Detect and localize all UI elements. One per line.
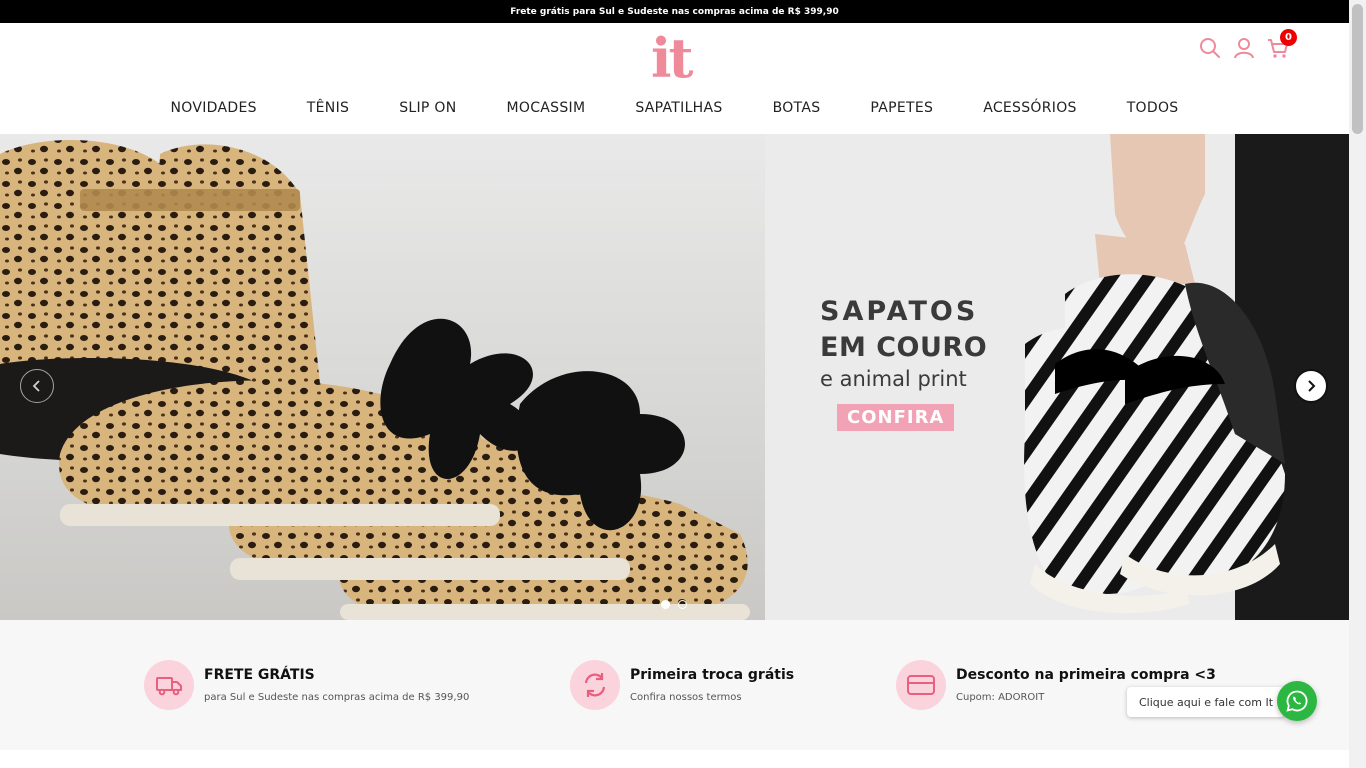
feature-subtitle: para Sul e Sudeste nas compras acima de … [204, 692, 470, 703]
feature-free-shipping: FRETE GRÁTIS para Sul e Sudeste nas comp… [144, 660, 469, 710]
hero-text-block: SAPATOS EM COURO e animal print CONFIRA [820, 294, 1020, 431]
cart-icon[interactable]: 0 [1267, 29, 1297, 59]
site-header: it 0 NOVIDADES TÊNIS SLIP ON MOCASSIM SA… [0, 23, 1349, 134]
nav-item-acessorios[interactable]: ACESSÓRIOS [958, 100, 1102, 116]
hero-subtitle: e animal print [820, 367, 967, 391]
search-icon[interactable] [1199, 37, 1221, 59]
slider-next-button[interactable] [1294, 369, 1328, 403]
whatsapp-icon [1286, 690, 1308, 712]
hero-title-line2: EM COURO [820, 332, 988, 363]
announcement-text: Frete grátis para Sul e Sudeste nas comp… [510, 6, 839, 17]
nav-item-tenis[interactable]: TÊNIS [282, 100, 374, 116]
slider-prev-button[interactable] [20, 369, 54, 403]
chevron-left-icon [32, 380, 40, 392]
nav-item-novidades[interactable]: NOVIDADES [146, 100, 282, 116]
hero-cta-button[interactable]: CONFIRA [837, 404, 955, 431]
brand-logo[interactable]: it [651, 31, 694, 85]
nav-item-sapatilhas[interactable]: SAPATILHAS [610, 100, 747, 116]
hero-title-line1: SAPATOS [820, 296, 979, 327]
hero-slider[interactable]: SAPATOS EM COURO e animal print CONFIRA [0, 134, 1349, 620]
hero-image-leopard-shoes [0, 134, 765, 620]
features-bar: FRETE GRÁTIS para Sul e Sudeste nas comp… [0, 620, 1349, 750]
chevron-right-icon [1308, 380, 1316, 392]
whatsapp-chat-label[interactable]: Clique aqui e fale com It [1127, 687, 1286, 717]
slider-dot-2[interactable] [678, 600, 687, 609]
feature-subtitle: Confira nossos termos [630, 692, 742, 703]
scrollbar-thumb[interactable] [1352, 4, 1363, 134]
truck-icon [144, 660, 194, 710]
feature-title: Primeira troca grátis [630, 667, 795, 683]
slider-dots [661, 600, 687, 609]
announcement-bar: Frete grátis para Sul e Sudeste nas comp… [0, 0, 1349, 23]
feature-free-exchange: Primeira troca grátis Confira nossos ter… [570, 660, 794, 710]
nav-item-slip-on[interactable]: SLIP ON [374, 100, 481, 116]
nav-item-mocassim[interactable]: MOCASSIM [482, 100, 611, 116]
feature-title: Desconto na primeira compra <3 [956, 667, 1216, 683]
header-icons: 0 [1199, 29, 1297, 59]
feature-title: FRETE GRÁTIS [204, 667, 315, 683]
nav-item-papetes[interactable]: PAPETES [845, 100, 958, 116]
credit-card-icon [896, 660, 946, 710]
main-nav: NOVIDADES TÊNIS SLIP ON MOCASSIM SAPATIL… [0, 100, 1349, 116]
nav-item-todos[interactable]: TODOS [1102, 100, 1204, 116]
whatsapp-button[interactable] [1277, 681, 1317, 721]
refresh-icon [570, 660, 620, 710]
page-scrollbar[interactable] [1349, 0, 1366, 768]
slider-dot-1[interactable] [661, 600, 670, 609]
user-icon[interactable] [1233, 37, 1255, 59]
cart-count-badge: 0 [1280, 29, 1297, 46]
nav-item-botas[interactable]: BOTAS [748, 100, 846, 116]
